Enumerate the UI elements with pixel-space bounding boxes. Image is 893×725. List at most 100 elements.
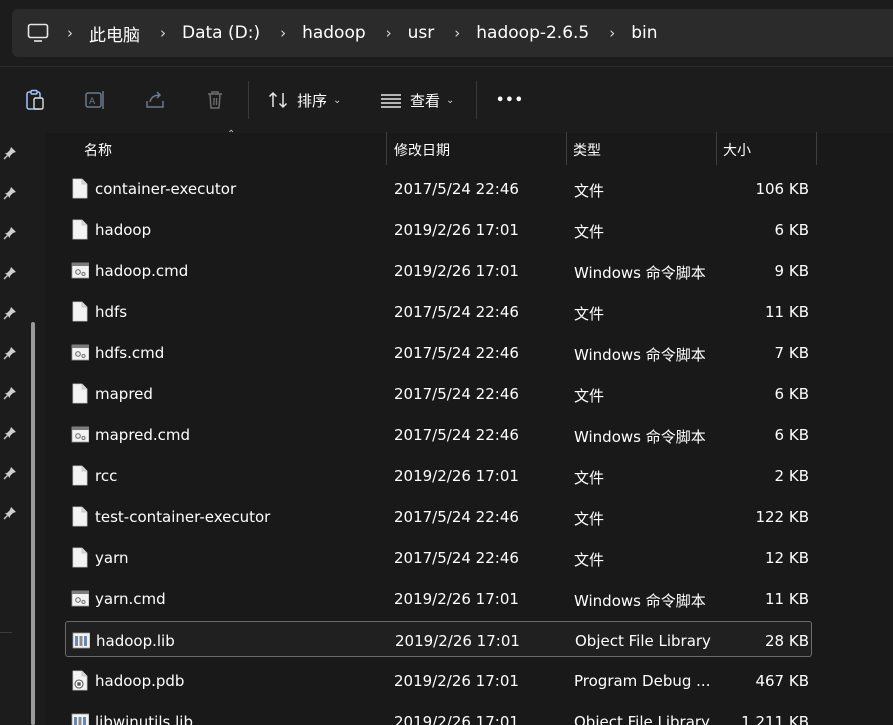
file-icon [72, 178, 88, 199]
file-modified-date: 2019/2/26 17:01 [394, 467, 519, 485]
view-label: 查看 [410, 91, 441, 110]
svg-text:A: A [89, 97, 96, 107]
cmd-file-icon [71, 426, 89, 443]
file-row[interactable]: container-executor 2017/5/24 22:46 文件 106 K… [65, 170, 811, 206]
chevron-down-icon: ⌄ [446, 94, 455, 106]
file-modified-date: 2019/2/26 17:01 [394, 713, 519, 725]
pin-icon[interactable] [3, 386, 17, 400]
file-size: 122 KB [755, 508, 809, 526]
file-type: Windows 命令脚本 [574, 346, 706, 364]
file-modified-date: 2017/5/24 22:46 [394, 303, 519, 321]
pin-icon[interactable] [3, 226, 17, 240]
file-modified-date: 2017/5/24 22:46 [394, 426, 519, 444]
clipboard-icon[interactable] [24, 89, 46, 111]
sort-ascending-icon: ⌃ [227, 129, 236, 140]
sort-button[interactable]: 排序 ⌄ [267, 87, 341, 113]
file-icon [72, 547, 88, 568]
chevron-right-icon[interactable]: › [67, 24, 73, 42]
file-type: Program Debug ... [574, 672, 711, 690]
file-size: 106 KB [755, 180, 809, 198]
file-row[interactable]: rcc 2019/2/26 17:01 文件 2 KB [65, 457, 811, 493]
column-type-header[interactable]: 类型 [573, 140, 601, 160]
chevron-right-icon[interactable]: › [386, 24, 392, 42]
file-row[interactable]: mapred 2017/5/24 22:46 文件 6 KB [65, 375, 811, 411]
chevron-right-icon[interactable]: › [160, 24, 166, 42]
pin-icon[interactable] [3, 186, 17, 200]
navigation-scrollbar[interactable] [31, 322, 35, 725]
column-divider[interactable] [716, 132, 717, 165]
file-icon [72, 383, 88, 404]
view-button[interactable]: 查看 ⌄ [380, 87, 454, 113]
address-bar[interactable]: › 此电脑 › Data (D:) › hadoop › usr › hadoop-2.6.5 › b… [12, 9, 893, 57]
file-modified-date: 2019/2/26 17:01 [395, 632, 520, 650]
breadcrumb: › 此电脑 › Data (D:) › hadoop › usr › hadoop-2.6.5 › b… [67, 21, 658, 46]
file-icon [72, 219, 88, 240]
sort-icon [268, 91, 288, 109]
column-divider[interactable] [386, 132, 387, 165]
more-options-button[interactable]: ••• [496, 87, 524, 113]
file-size: 467 KB [755, 672, 809, 690]
file-row[interactable]: hdfs 2017/5/24 22:46 文件 11 KB [65, 293, 811, 329]
breadcrumb-item[interactable]: › hadoop-2.6.5 [434, 23, 589, 43]
pdb-file-icon [72, 670, 88, 691]
column-date-header[interactable]: 修改日期 [394, 140, 450, 160]
address-bar-area: › 此电脑 › Data (D:) › hadoop › usr › hadoop-2.6.5 › b… [0, 0, 893, 66]
share-icon[interactable] [144, 89, 166, 111]
pin-icon[interactable] [3, 426, 17, 440]
pin-icon[interactable] [3, 346, 17, 360]
chevron-right-icon[interactable]: › [280, 24, 286, 42]
file-modified-date: 2019/2/26 17:01 [394, 221, 519, 239]
file-size: 12 KB [765, 549, 809, 567]
breadcrumb-item[interactable]: › Data (D:) [140, 23, 260, 43]
pin-icon[interactable] [3, 466, 17, 480]
file-row[interactable]: hadoop.lib 2019/2/26 17:01 Object File Lib… [65, 621, 812, 657]
file-name: hdfs.cmd [95, 344, 165, 362]
file-row[interactable]: hdfs.cmd 2017/5/24 22:46 Windows 命令脚本 7 KB [65, 334, 811, 370]
lib-file-icon [71, 713, 89, 725]
file-modified-date: 2017/5/24 22:46 [394, 508, 519, 526]
breadcrumb-item[interactable]: › bin [589, 23, 657, 43]
file-row[interactable]: yarn 2017/5/24 22:46 文件 12 KB [65, 539, 811, 575]
column-size-header[interactable]: 大小 [723, 140, 751, 160]
file-row[interactable]: mapred.cmd 2017/5/24 22:46 Windows 命令脚本 6 K… [65, 416, 811, 452]
breadcrumb-label: hadoop-2.6.5 [476, 23, 590, 43]
file-type: 文件 [574, 387, 605, 405]
file-type: Windows 命令脚本 [574, 592, 706, 610]
pin-icon[interactable] [3, 506, 17, 520]
file-size: 6 KB [774, 221, 809, 239]
breadcrumb-item[interactable]: › 此电脑 [67, 21, 140, 46]
pin-icon[interactable] [3, 306, 17, 320]
delete-icon[interactable] [204, 89, 226, 111]
column-divider[interactable] [816, 132, 817, 165]
column-name-header[interactable]: 名称 [84, 140, 112, 160]
file-name: hadoop.pdb [95, 672, 185, 690]
navigation-pane[interactable] [0, 132, 45, 725]
file-row[interactable]: hadoop.pdb 2019/2/26 17:01 Program Debug .… [65, 662, 811, 698]
file-row[interactable]: hadoop 2019/2/26 17:01 文件 6 KB [65, 211, 811, 247]
navigation-divider [0, 632, 12, 633]
column-divider[interactable] [566, 132, 567, 165]
pin-icon[interactable] [3, 266, 17, 280]
pin-icon[interactable] [3, 146, 17, 160]
cmd-file-icon [71, 590, 89, 607]
chevron-right-icon[interactable]: › [454, 24, 460, 42]
breadcrumb-item[interactable]: › usr [366, 23, 435, 43]
chevron-right-icon[interactable]: › [609, 24, 615, 42]
file-name: container-executor [95, 180, 237, 198]
file-row[interactable]: yarn.cmd 2019/2/26 17:01 Windows 命令脚本 11 KB [65, 580, 811, 616]
file-name: hdfs [95, 303, 128, 321]
file-type: Object File Library [575, 632, 711, 650]
file-modified-date: 2017/5/24 22:46 [394, 344, 519, 362]
file-name: hadoop [95, 221, 152, 239]
file-row[interactable]: libwinutils.lib 2019/2/26 17:01 Object Fil… [65, 703, 811, 725]
breadcrumb-item[interactable]: › hadoop [260, 23, 366, 43]
file-modified-date: 2019/2/26 17:01 [394, 262, 519, 280]
file-modified-date: 2019/2/26 17:01 [394, 590, 519, 608]
file-name: test-container-executor [95, 508, 271, 526]
rename-icon[interactable]: A [84, 89, 106, 111]
computer-icon[interactable] [27, 23, 49, 43]
file-row[interactable]: hadoop.cmd 2019/2/26 17:01 Windows 命令脚本 9 K… [65, 252, 811, 288]
breadcrumb-label: hadoop [302, 23, 366, 43]
view-icon [381, 94, 401, 108]
file-row[interactable]: test-container-executor 2017/5/24 22:46 文件… [65, 498, 811, 534]
